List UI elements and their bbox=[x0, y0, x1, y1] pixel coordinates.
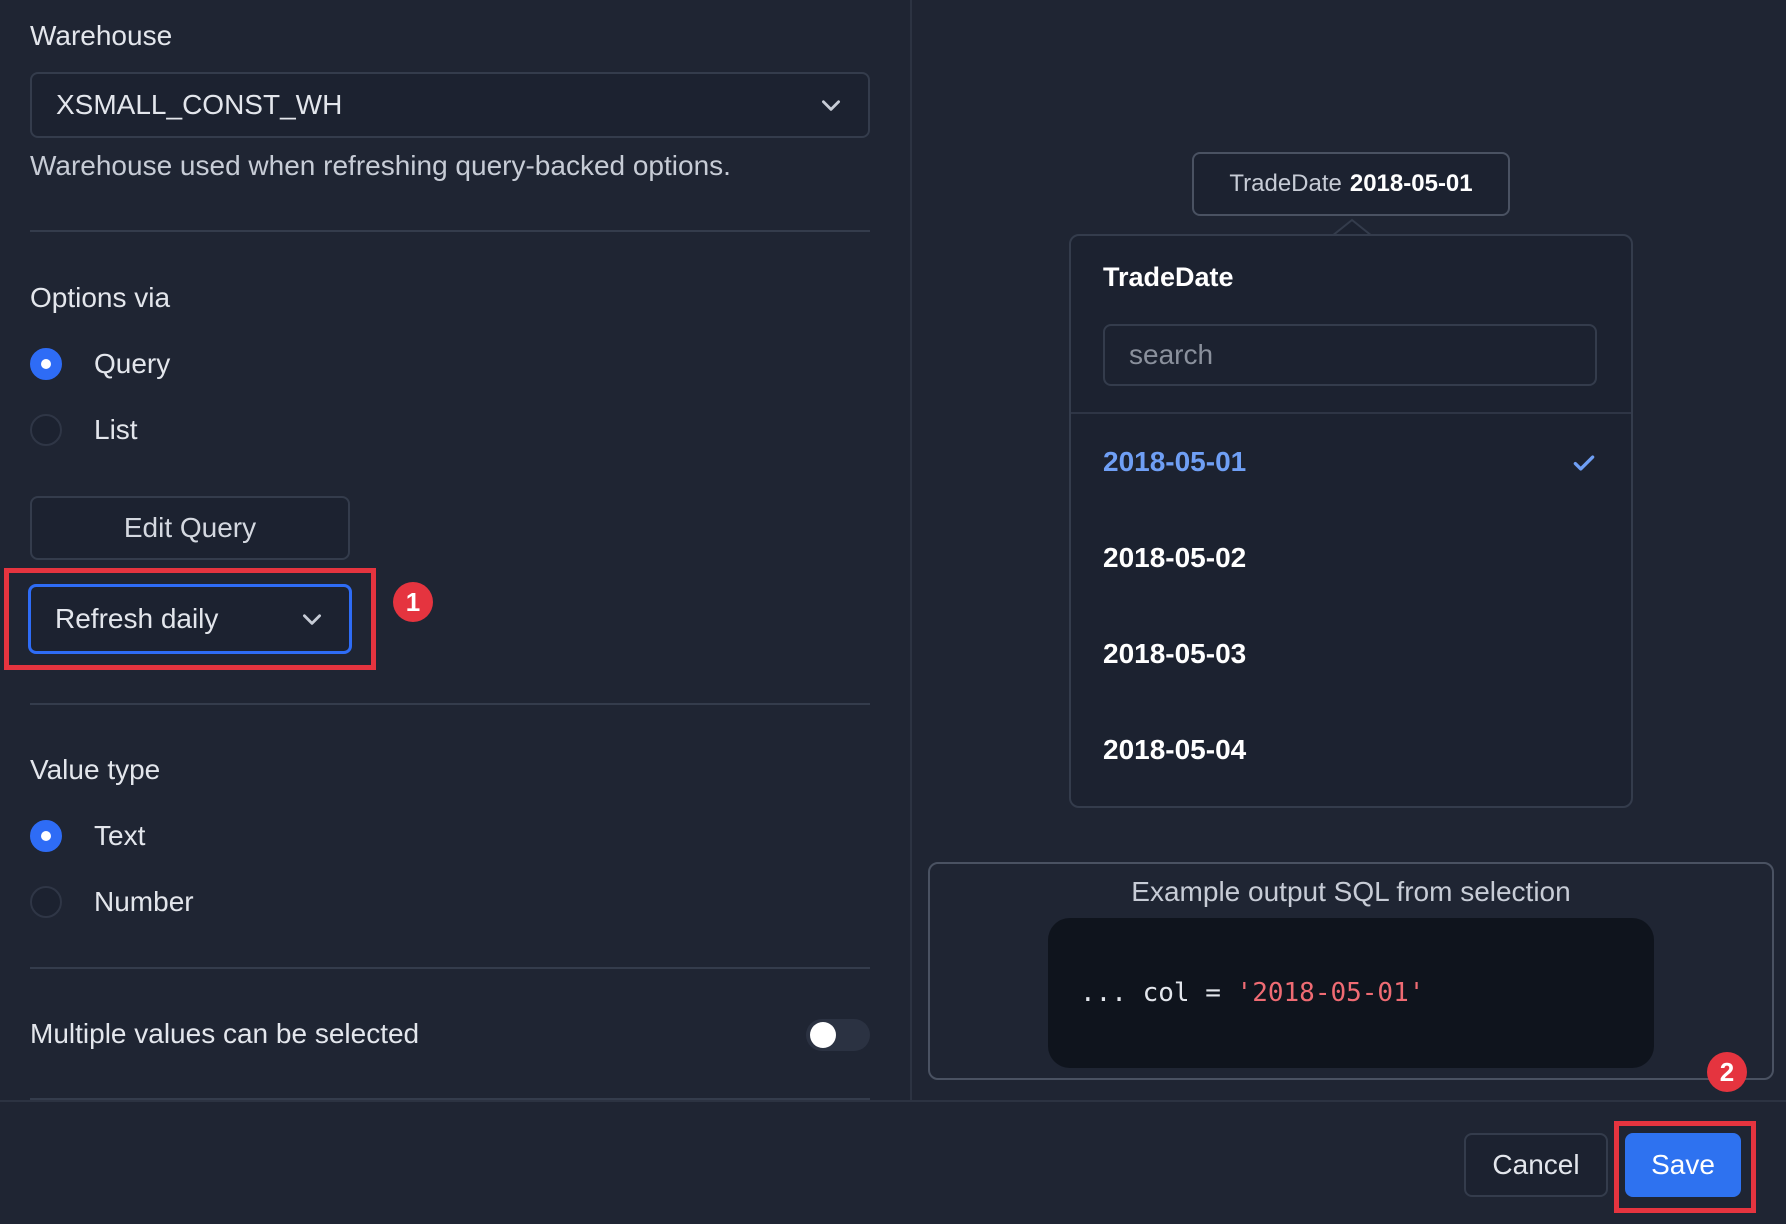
warehouse-help-text: Warehouse used when refreshing query-bac… bbox=[30, 150, 731, 181]
radio-text[interactable]: Text bbox=[30, 820, 145, 852]
radio-query-indicator[interactable] bbox=[30, 348, 62, 380]
radio-query[interactable]: Query bbox=[30, 348, 170, 380]
step-badge-2: 2 bbox=[1707, 1052, 1747, 1092]
option-item[interactable]: 2018-05-02 bbox=[1103, 542, 1246, 574]
filter-chip-value: 2018-05-01 bbox=[1349, 170, 1473, 197]
option-item[interactable]: 2018-05-04 bbox=[1103, 734, 1246, 766]
option-item-selected[interactable]: 2018-05-01 bbox=[1103, 446, 1246, 478]
radio-list-label: List bbox=[94, 414, 138, 445]
radio-text-label: Text bbox=[94, 820, 146, 851]
sql-preview: Example output SQL from selection ... co… bbox=[928, 862, 1774, 1080]
filter-chip-name: TradeDate bbox=[1229, 170, 1342, 197]
option-item[interactable]: 2018-05-03 bbox=[1103, 638, 1246, 670]
sql-code-block: ... col = '2018-05-01' bbox=[1048, 918, 1654, 1068]
multi-select-toggle[interactable] bbox=[806, 1019, 870, 1051]
toggle-knob bbox=[810, 1022, 836, 1048]
section-divider bbox=[30, 230, 870, 232]
sql-code-literal: '2018-05-01' bbox=[1236, 978, 1425, 1008]
search-input[interactable] bbox=[1103, 324, 1597, 386]
radio-list-indicator[interactable] bbox=[30, 414, 62, 446]
panel-splitter bbox=[910, 0, 912, 1100]
section-divider bbox=[30, 703, 870, 705]
settings-panel: Warehouse XSMALL_CONST_WH Warehouse used… bbox=[0, 0, 910, 1100]
edit-query-button[interactable]: Edit Query bbox=[30, 496, 350, 560]
multi-select-label: Multiple values can be selected bbox=[30, 1018, 420, 1049]
radio-number-label: Number bbox=[94, 886, 194, 917]
radio-query-label: Query bbox=[94, 348, 171, 379]
value-type-label: Value type bbox=[30, 754, 161, 785]
popover-title: TradeDate bbox=[1103, 262, 1234, 292]
section-divider bbox=[30, 967, 870, 969]
radio-number-indicator[interactable] bbox=[30, 886, 62, 918]
cancel-button[interactable]: Cancel bbox=[1464, 1133, 1608, 1197]
radio-text-indicator[interactable] bbox=[30, 820, 62, 852]
options-via-label: Options via bbox=[30, 282, 171, 313]
chevron-down-icon bbox=[822, 100, 840, 111]
warehouse-select-value: XSMALL_CONST_WH bbox=[56, 89, 343, 120]
sql-code-prefix: ... col = bbox=[1080, 978, 1237, 1008]
radio-list[interactable]: List bbox=[30, 414, 138, 446]
checkmark-icon bbox=[1573, 455, 1595, 471]
warehouse-label: Warehouse bbox=[30, 20, 173, 51]
highlight-box-1 bbox=[4, 568, 376, 670]
step-badge-1: 1 bbox=[393, 582, 433, 622]
popover-divider bbox=[1071, 412, 1631, 414]
warehouse-select[interactable]: XSMALL_CONST_WH bbox=[30, 72, 870, 138]
radio-number[interactable]: Number bbox=[30, 886, 194, 918]
footer-divider bbox=[0, 1100, 1786, 1102]
filter-popover: TradeDate 2018-05-01 2018-05-02 2018-05-… bbox=[1069, 234, 1633, 808]
highlight-box-2 bbox=[1614, 1121, 1756, 1213]
sql-preview-caption: Example output SQL from selection bbox=[1131, 876, 1571, 907]
filter-chip-tradedate[interactable]: TradeDate 2018-05-01 bbox=[1192, 152, 1510, 216]
